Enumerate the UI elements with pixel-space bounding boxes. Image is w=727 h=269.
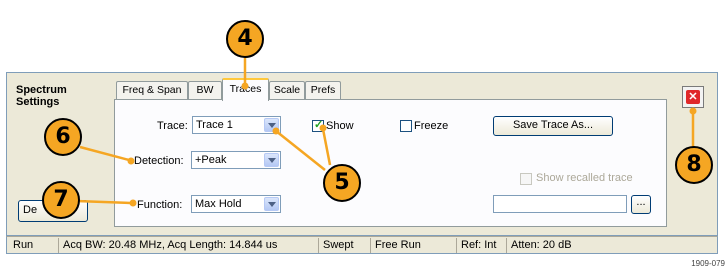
callout-8: 8 [675,146,713,184]
callout-leaders [75,58,697,207]
leader-6-dot [127,157,135,165]
leader-5a [321,128,332,166]
callout-7: 7 [42,181,80,219]
leader-7-dot [129,199,137,207]
leader-5b-dot [272,127,280,135]
callout-5: 5 [323,164,361,202]
leader-7 [75,199,132,205]
callout-6: 6 [44,118,82,156]
callout-4: 4 [226,20,264,58]
leader-8-dot [689,107,697,115]
leader-5a-dot [319,124,327,132]
leader-4-dot [241,82,249,90]
leader-6 [79,145,130,162]
leader-5b [275,130,326,171]
